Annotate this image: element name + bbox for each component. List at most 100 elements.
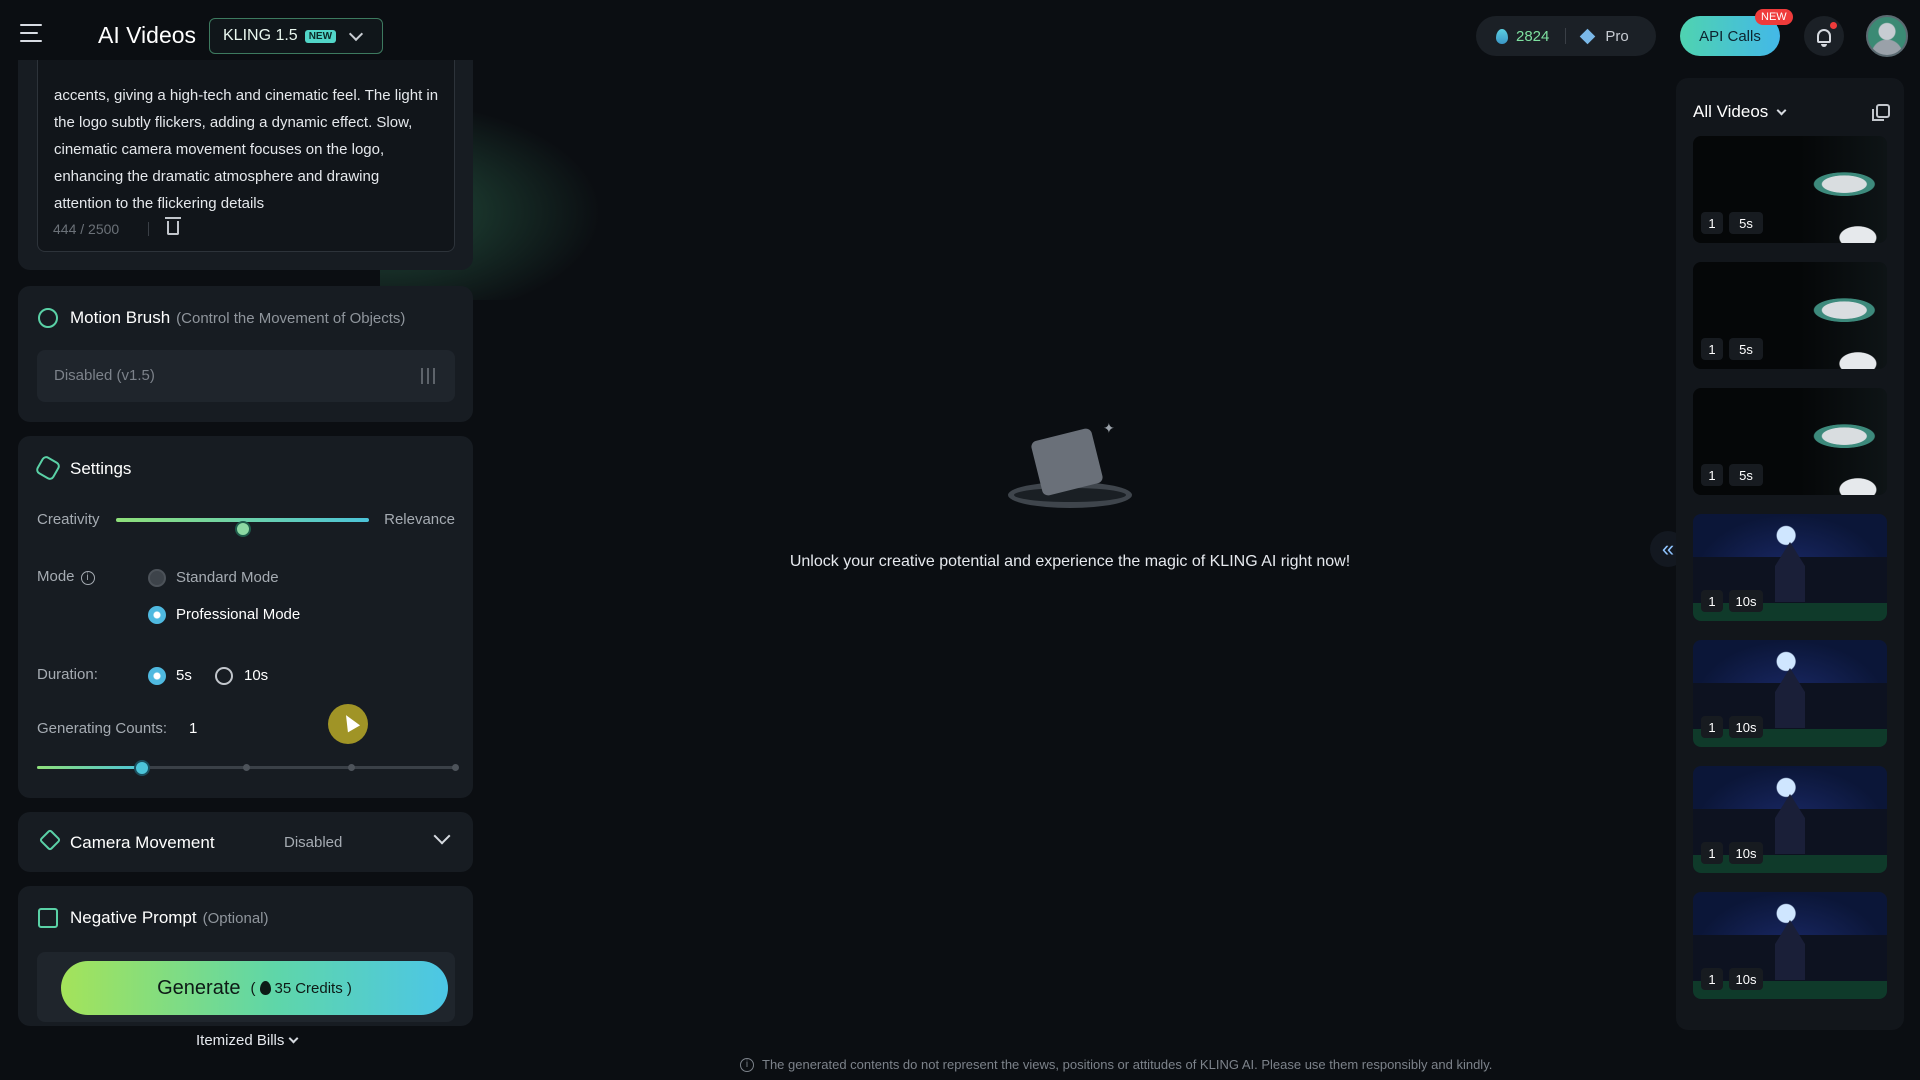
duration-5s-label[interactable]: 5s [176,667,192,684]
generate-button[interactable]: Generate ( 35 Credits ) [61,961,448,1015]
disclaimer-text: The generated contents do not represent … [762,1057,1493,1072]
page-title: AI Videos [98,22,197,48]
prompt-card: accents, giving a high-tech and cinemati… [18,60,473,270]
motion-brush-icon [38,308,58,328]
prompt-text[interactable]: accents, giving a high-tech and cinemati… [54,82,439,217]
itemized-bills-toggle[interactable]: Itemized Bills [196,1032,299,1049]
motion-brush-field[interactable]: Disabled (v1.5) [37,350,455,402]
video-duration-chip: 5s [1729,464,1763,486]
empty-state-illustration: ✦ [1008,420,1136,510]
video-duration-chip: 10s [1729,716,1763,738]
chevron-down-icon[interactable] [433,827,451,845]
plan-label: Pro [1605,27,1629,45]
all-videos-label: All Videos [1693,102,1769,121]
model-select[interactable]: KLING 1.5 NEW [209,18,383,54]
generate-credits-value: 35 [274,979,292,997]
chevron-down-icon [1776,105,1787,115]
slider-tick[interactable] [243,764,250,771]
video-duration-chip: 10s [1729,968,1763,990]
video-thumbnail[interactable]: 1 5s [1693,262,1887,369]
video-thumbnail[interactable]: 1 10s [1693,640,1887,747]
slider-thumb[interactable] [234,521,251,537]
slider-track[interactable] [116,518,369,537]
video-duration-chip: 10s [1729,590,1763,612]
video-count-chip: 1 [1701,338,1723,360]
generating-counts-slider[interactable] [37,760,459,776]
menu-icon[interactable] [20,24,42,44]
duration-10s-label[interactable]: 10s [244,667,268,684]
settings-title: Settings [70,459,132,478]
video-count-chip: 1 [1701,842,1723,864]
all-videos-filter[interactable]: All Videos [1693,102,1787,122]
radio-duration-5s[interactable] [148,667,166,685]
generating-counts-value: 1 [189,720,198,737]
video-thumbnail[interactable]: 1 5s [1693,388,1887,495]
model-label: KLING 1.5 [223,27,298,44]
sparkle-icon: ✦ [1103,420,1115,436]
slider-thumb[interactable] [133,760,150,776]
motion-brush-title: Motion Brush (Control the Movement of Obj… [70,308,405,328]
info-icon: i [740,1057,754,1072]
credits-pill[interactable]: 2824 Pro [1476,16,1656,56]
motion-brush-subtitle: (Control the Movement of Objects) [176,310,406,327]
negative-prompt-icon [38,908,58,928]
chevron-down-icon [348,26,364,41]
empty-state-text: Unlock your creative potential and exper… [789,553,1351,570]
divider [1565,28,1567,44]
video-thumbnail[interactable]: 1 5s [1693,136,1887,243]
copy-icon[interactable] [1872,104,1890,121]
notifications-button[interactable] [1804,16,1844,56]
relevance-label: Relevance [384,511,455,528]
character-counter: 444 / 2500 [53,221,120,237]
video-thumbnail[interactable]: 1 10s [1693,892,1887,999]
generate-credits-open: ( [250,979,256,997]
settings-hex-icon [34,454,62,482]
motion-brush-card: Motion Brush (Control the Movement of Obj… [18,286,473,422]
video-count-chip: 1 [1701,590,1723,612]
video-count-chip: 1 [1701,968,1723,990]
video-thumbnail[interactable]: 1 10s [1693,514,1887,621]
mode-label: Mode i [37,568,95,585]
professional-mode-label[interactable]: Professional Mode [176,606,300,623]
slider-tick[interactable] [347,764,355,771]
motion-brush-title-text: Motion Brush [70,308,171,327]
chevron-down-icon [288,1033,299,1044]
generate-label: Generate [157,976,241,999]
notification-dot [1830,22,1837,29]
generate-credits: ( 35 Credits ) [251,980,352,997]
slider-tick[interactable] [452,764,459,771]
camera-movement-card[interactable]: Camera Movement Disabled [18,812,473,872]
generate-credits-unit: Credits ) [295,979,352,997]
video-count-chip: 1 [1701,464,1723,486]
video-thumbnail[interactable]: 1 10s [1693,766,1887,873]
radio-duration-10s[interactable] [215,667,233,685]
video-count-chip: 1 [1701,212,1723,234]
api-new-badge: NEW [1755,9,1793,25]
generating-counts-label: Generating Counts: [37,720,168,737]
avatar[interactable] [1866,15,1908,57]
negative-prompt-title-text: Negative Prompt [70,908,197,927]
video-duration-chip: 5s [1729,212,1763,234]
radio-standard-mode[interactable] [148,569,166,587]
mode-label-text: Mode [37,568,75,585]
bell-icon [1817,29,1831,47]
sliders-icon [421,368,435,384]
negative-prompt-title: Negative Prompt (Optional) [70,908,268,928]
info-icon[interactable]: i [80,571,95,585]
camera-movement-icon [38,828,62,852]
duration-label: Duration: [37,666,98,683]
radio-professional-mode[interactable] [148,606,166,624]
creativity-label: Creativity [37,511,100,528]
camera-movement-value: Disabled [284,834,343,851]
slider-fill [37,766,142,769]
new-badge: NEW [304,29,337,43]
disclaimer: i The generated contents do not represen… [740,1057,1492,1072]
video-count-chip: 1 [1701,716,1723,738]
credits-value: 2824 [1516,27,1550,45]
diamond-icon [1580,28,1596,44]
standard-mode-label[interactable]: Standard Mode [176,569,279,586]
creativity-relevance-slider[interactable]: Creativity Relevance [37,509,455,537]
trash-icon[interactable] [165,217,181,235]
negative-prompt-subtitle: (Optional) [202,910,269,927]
settings-card: Settings Creativity Relevance Mode i Stan… [18,436,473,798]
